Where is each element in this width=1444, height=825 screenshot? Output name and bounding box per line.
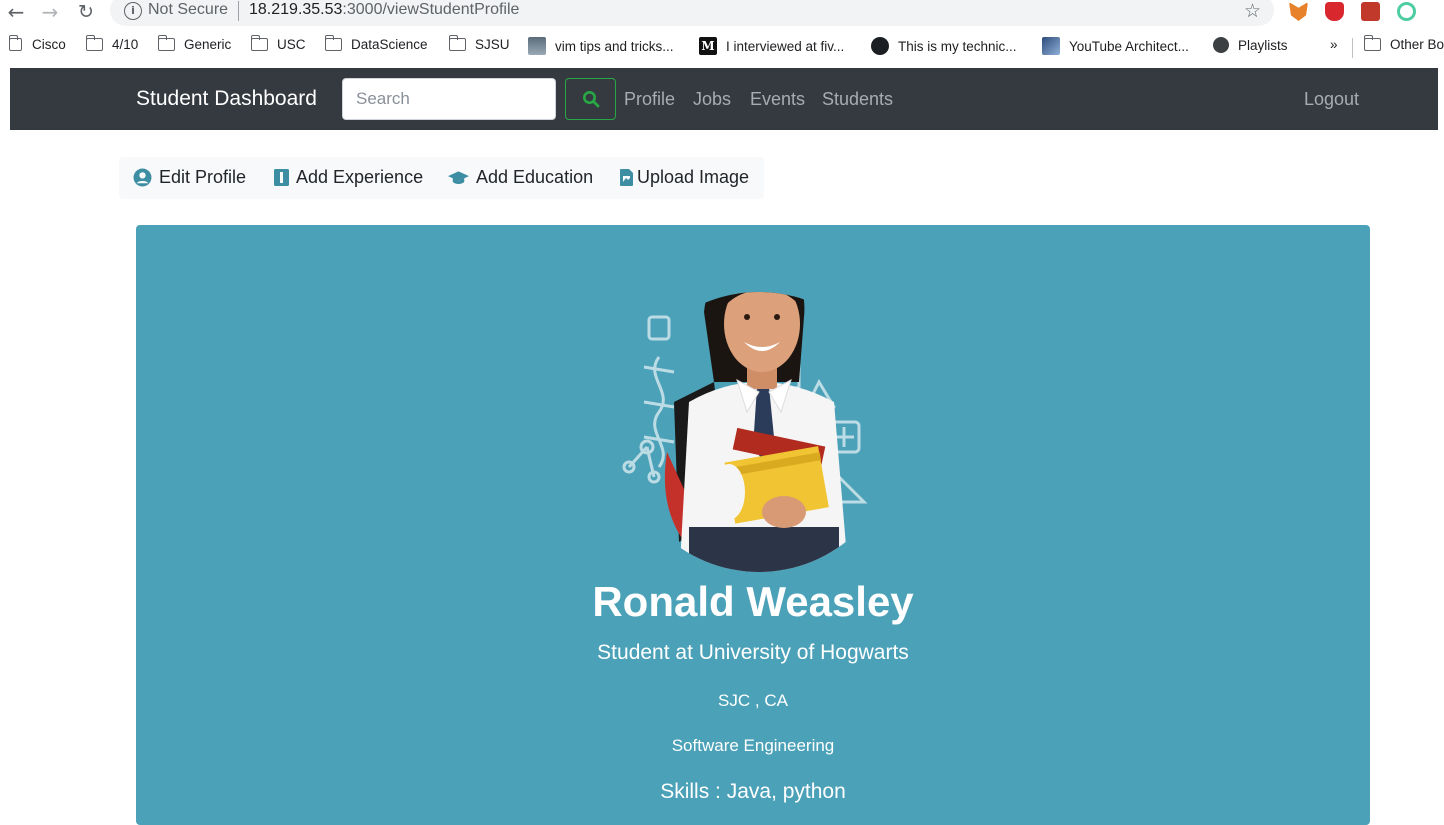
lastpass-extension-icon[interactable] xyxy=(1361,2,1380,21)
globe-icon xyxy=(1213,37,1229,53)
back-icon[interactable]: ← xyxy=(4,0,28,24)
upload-image-button[interactable]: Upload Image xyxy=(620,167,749,188)
profile-major: Software Engineering xyxy=(671,736,835,755)
bookmark-label: I interviewed at fiv... xyxy=(726,38,845,54)
bookmarks-bar: Cisco 4/10 Generic USC DataScience SJSU … xyxy=(0,34,1444,60)
bookmark-label: SJSU xyxy=(475,37,510,52)
bookmark-label: 4/10 xyxy=(112,37,139,52)
metamask-extension-icon[interactable] xyxy=(1289,2,1308,21)
search-icon xyxy=(582,91,599,108)
profile-title: Student at University of Hogwarts xyxy=(597,641,909,664)
medium-icon: M xyxy=(699,37,717,55)
edit-profile-button[interactable]: Edit Profile xyxy=(133,167,246,188)
colorzilla-extension-icon[interactable] xyxy=(1397,2,1416,21)
bookmark-4-10[interactable]: 4/10 xyxy=(85,35,139,52)
bookmark-star-icon[interactable]: ☆ xyxy=(1244,0,1261,22)
bookmark-vim-tips[interactable]: vim tips and tricks... xyxy=(528,37,674,55)
nav-link-events[interactable]: Events xyxy=(750,89,805,110)
folder-icon xyxy=(324,35,342,51)
bookmark-sjsu[interactable]: SJSU xyxy=(448,35,510,52)
folder-icon xyxy=(8,35,22,51)
logout-link[interactable]: Logout xyxy=(1304,89,1359,110)
site-icon xyxy=(528,37,546,55)
reload-icon[interactable]: ↻ xyxy=(74,0,98,24)
nav-link-profile[interactable]: Profile xyxy=(624,89,675,110)
bookmark-label: Cisco xyxy=(32,37,66,52)
add-education-label: Add Education xyxy=(476,167,594,187)
bookmark-label: Playlists xyxy=(1238,37,1288,53)
graduation-cap-icon xyxy=(448,170,469,186)
bookmark-playlists[interactable]: Playlists xyxy=(1213,37,1288,53)
url-text[interactable]: 18.219.35.53:3000/viewStudentProfile xyxy=(249,1,519,19)
folder-icon xyxy=(1363,35,1381,51)
add-experience-button[interactable]: Add Experience xyxy=(274,167,423,188)
bookmark-usc[interactable]: USC xyxy=(250,35,306,52)
browser-toolbar: ← → ↻ i Not Secure 18.219.35.53:3000/vie… xyxy=(0,0,1444,26)
adblock-extension-icon[interactable] xyxy=(1325,2,1344,21)
github-icon xyxy=(871,37,889,55)
bookmark-label: USC xyxy=(277,37,306,52)
profile-card: Ronald Weasley Student at University of … xyxy=(136,225,1370,825)
add-experience-label: Add Experience xyxy=(296,167,424,187)
info-icon[interactable]: i xyxy=(124,2,142,20)
profile-location: SJC , CA xyxy=(718,691,788,710)
bookmark-label: YouTube Architect... xyxy=(1069,38,1189,54)
file-image-icon xyxy=(620,169,633,186)
site-icon xyxy=(1042,37,1060,55)
url-path: :3000/viewStudentProfile xyxy=(342,1,520,18)
search-input[interactable] xyxy=(342,78,556,120)
profile-name: Ronald Weasley xyxy=(592,578,914,625)
bookmark-datascience[interactable]: DataScience xyxy=(324,35,428,52)
id-badge-icon xyxy=(274,169,289,186)
profile-avatar xyxy=(622,292,868,572)
bookmark-cisco[interactable]: Cisco xyxy=(8,35,66,52)
folder-icon xyxy=(85,35,103,51)
profile-skills: Skills : Java, python xyxy=(660,780,846,803)
edit-profile-label: Edit Profile xyxy=(159,167,247,187)
address-separator xyxy=(238,1,239,21)
bookmark-technic[interactable]: This is my technic... xyxy=(871,37,1017,55)
other-bookmarks[interactable]: Other Bo xyxy=(1363,35,1444,52)
forward-icon[interactable]: → xyxy=(38,0,62,24)
folder-icon xyxy=(250,35,268,51)
bookmark-youtube-architect[interactable]: YouTube Architect... xyxy=(1042,37,1189,55)
bookmark-interviewed[interactable]: M I interviewed at fiv... xyxy=(699,37,844,55)
nav-link-jobs[interactable]: Jobs xyxy=(693,89,731,110)
bookmarks-overflow-button[interactable]: » xyxy=(1330,37,1338,52)
profile-actions-menu: Edit Profile Add Experience Add Educatio… xyxy=(119,157,764,199)
bookmark-label: Generic xyxy=(184,37,232,52)
add-education-button[interactable]: Add Education xyxy=(448,167,593,188)
upload-image-label: Upload Image xyxy=(637,167,750,187)
folder-icon xyxy=(448,35,466,51)
security-label[interactable]: Not Secure xyxy=(148,1,228,19)
user-circle-icon xyxy=(133,168,152,187)
bookmark-generic[interactable]: Generic xyxy=(157,35,232,52)
bookmark-label: vim tips and tricks... xyxy=(555,38,674,54)
search-button[interactable] xyxy=(565,78,616,120)
nav-link-students[interactable]: Students xyxy=(822,89,893,110)
bookmark-label: DataScience xyxy=(351,37,428,52)
brand-title[interactable]: Student Dashboard xyxy=(136,87,317,111)
app-navbar: Student Dashboard Profile Jobs Events St… xyxy=(10,68,1438,130)
url-host: 18.219.35.53 xyxy=(249,1,343,18)
folder-icon xyxy=(157,35,175,51)
bookmark-label: This is my technic... xyxy=(898,38,1017,54)
bookmarks-separator xyxy=(1352,38,1353,58)
bookmark-label: Other Bo xyxy=(1390,37,1444,52)
